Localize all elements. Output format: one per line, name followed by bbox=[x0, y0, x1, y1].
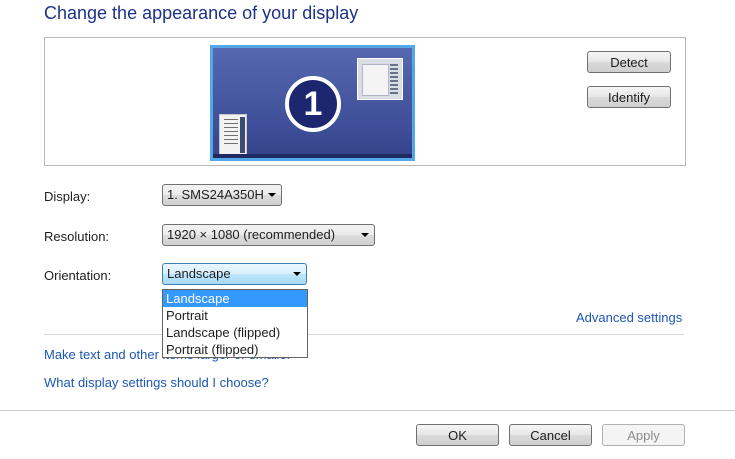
identify-button[interactable]: Identify bbox=[587, 86, 671, 108]
orientation-dropdown-list: Landscape Portrait Landscape (flipped) P… bbox=[162, 289, 308, 358]
monitor-1-thumbnail[interactable]: 1 bbox=[210, 45, 415, 161]
start-menu-thumbnail-icon bbox=[219, 114, 247, 156]
advanced-settings-link[interactable]: Advanced settings bbox=[576, 310, 682, 325]
orientation-option-landscape[interactable]: Landscape bbox=[163, 290, 307, 307]
chevron-down-icon bbox=[361, 233, 369, 237]
display-select[interactable]: 1. SMS24A350H bbox=[162, 184, 282, 206]
cancel-button[interactable]: Cancel bbox=[509, 424, 592, 446]
resolution-select-value: 1920 × 1080 (recommended) bbox=[167, 227, 336, 242]
monitor-number-badge: 1 bbox=[285, 76, 341, 132]
page-title: Change the appearance of your display bbox=[44, 3, 359, 23]
orientation-select[interactable]: Landscape bbox=[162, 263, 307, 285]
orientation-option-portrait-flipped[interactable]: Portrait (flipped) bbox=[163, 341, 307, 358]
display-label: Display: bbox=[44, 189, 91, 204]
resolution-select[interactable]: 1920 × 1080 (recommended) bbox=[162, 224, 375, 246]
orientation-select-value: Landscape bbox=[167, 266, 231, 281]
chevron-down-icon bbox=[293, 272, 301, 276]
orientation-option-portrait[interactable]: Portrait bbox=[163, 307, 307, 324]
display-preview-area: 1 Detect Identify bbox=[44, 37, 686, 166]
orientation-label: Orientation: bbox=[44, 268, 112, 283]
taskbar-thumbnail bbox=[213, 154, 412, 158]
chevron-down-icon bbox=[268, 193, 276, 197]
apply-button[interactable]: Apply bbox=[602, 424, 685, 446]
resolution-label: Resolution: bbox=[44, 229, 110, 244]
detect-button[interactable]: Detect bbox=[587, 51, 671, 73]
window-thumbnail-icon bbox=[357, 58, 403, 100]
ok-button[interactable]: OK bbox=[416, 424, 499, 446]
which-display-settings-link[interactable]: What display settings should I choose? bbox=[44, 375, 269, 390]
footer-divider bbox=[0, 410, 735, 411]
display-select-value: 1. SMS24A350H bbox=[167, 187, 264, 202]
orientation-option-landscape-flipped[interactable]: Landscape (flipped) bbox=[163, 324, 307, 341]
section-divider bbox=[44, 334, 684, 335]
